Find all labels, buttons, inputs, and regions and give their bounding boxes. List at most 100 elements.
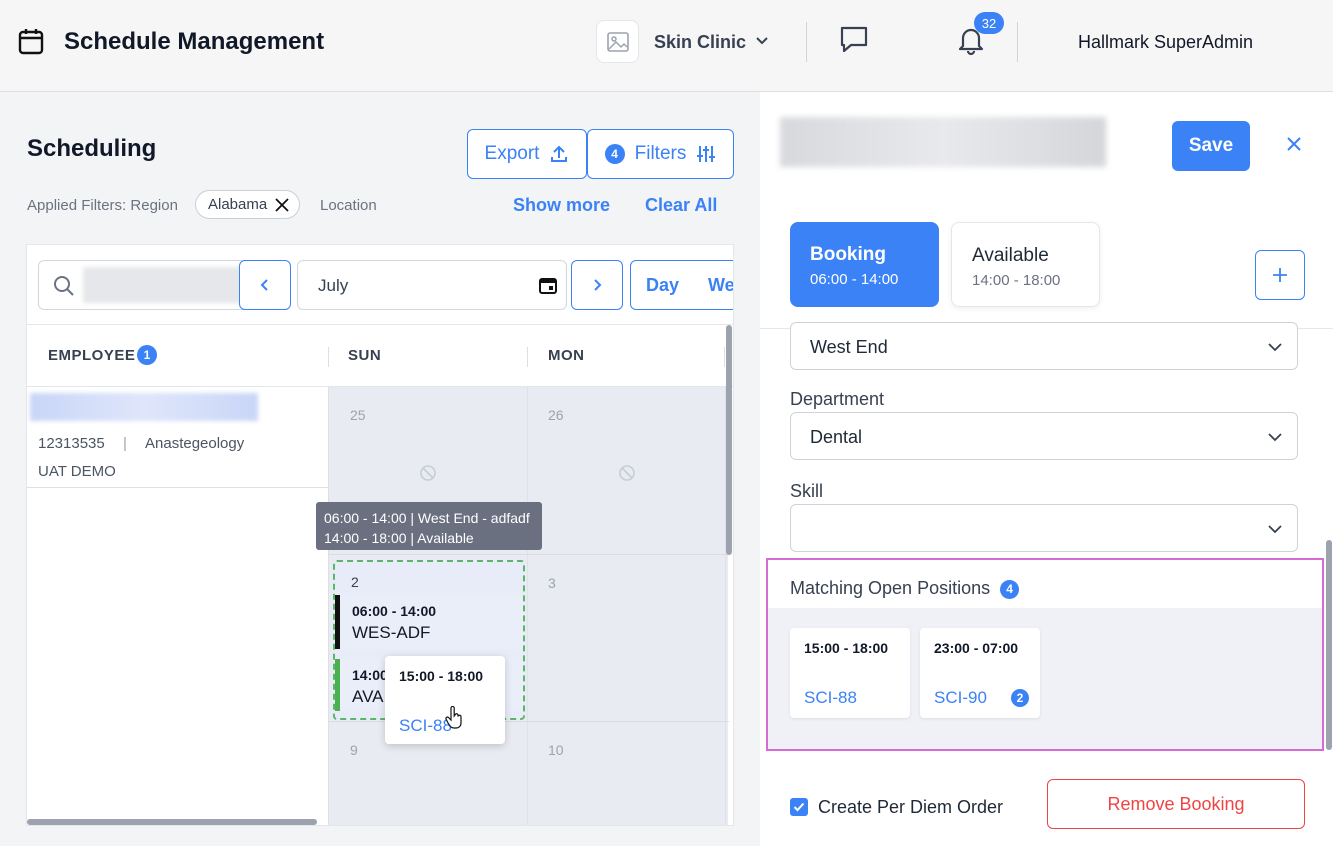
employee-id: 12313535 (38, 435, 105, 452)
column-separator (527, 347, 528, 367)
scheduling-title: Scheduling (27, 135, 157, 162)
save-button[interactable]: Save (1172, 121, 1250, 171)
unavailable-icon (420, 465, 436, 481)
filters-label: Filters (634, 143, 687, 164)
show-more-link[interactable]: Show more (513, 195, 610, 216)
tooltip-line: 06:00 - 14:00 | West End - adfadf (324, 510, 530, 526)
calendar-icon (18, 29, 44, 55)
close-icon[interactable] (275, 197, 289, 212)
user-menu[interactable]: Hallmark SuperAdmin (1078, 32, 1253, 53)
position-time: 15:00 - 18:00 (399, 668, 484, 684)
position-time: 15:00 - 18:00 (804, 640, 889, 656)
filter-chip-label: Alabama (208, 196, 268, 213)
shift-time: 06:00 - 14:00 (352, 603, 437, 619)
employee-row[interactable]: 12313535 | Anastegeology UAT DEMO (27, 387, 328, 488)
day-cell-26[interactable]: 26 (548, 407, 564, 423)
tab-booking[interactable]: Booking 06:00 - 14:00 (790, 222, 939, 307)
chevron-right-icon (594, 279, 602, 291)
next-period-button[interactable] (571, 260, 623, 310)
open-position-card[interactable]: 15:00 - 18:00 SCI-88 (790, 628, 910, 718)
employee-count-badge: 1 (137, 345, 157, 365)
export-label: Export (484, 143, 540, 164)
clinic-selector[interactable]: Skin Clinic (654, 32, 746, 53)
filters-button[interactable]: 4 Filters (587, 129, 734, 179)
column-separator (724, 347, 725, 367)
chevron-down-icon (1268, 433, 1282, 442)
clinic-logo-image-icon (596, 20, 639, 63)
horizontal-scrollbar[interactable] (27, 819, 317, 825)
check-icon (793, 802, 805, 812)
close-icon[interactable] (1286, 136, 1302, 152)
position-count-badge: 2 (1011, 689, 1029, 707)
filter-chip-alabama: Alabama (195, 190, 301, 219)
mon-column-header: MON (548, 347, 585, 364)
sliders-icon (697, 146, 716, 162)
position-code: SCI-88 (804, 688, 857, 707)
tab-time: 06:00 - 14:00 (810, 271, 899, 288)
app-header: Schedule Management Skin Clinic 32 Hallm… (0, 0, 1333, 92)
upload-icon (551, 145, 568, 162)
vertical-scrollbar[interactable] (726, 325, 732, 555)
day-cell-10[interactable]: 10 (548, 742, 564, 758)
matching-open-positions-section: Matching Open Positions 4 15:00 - 18:00 S… (766, 558, 1324, 751)
grid-column-separator (527, 387, 528, 825)
prev-period-button[interactable] (239, 260, 291, 310)
employee-column-header: EMPLOYEE (48, 347, 136, 364)
chevron-down-icon (1268, 343, 1282, 352)
shift-code: AVA (352, 687, 384, 706)
calendar-picker-icon[interactable] (538, 275, 558, 295)
panel-scrollbar[interactable] (1326, 540, 1332, 750)
per-diem-label: Create Per Diem Order (818, 797, 1004, 817)
matching-title: Matching Open Positions 4 (790, 578, 1020, 599)
month-value: July (318, 276, 349, 295)
hand-cursor-icon (445, 706, 462, 729)
chevron-down-icon[interactable] (754, 32, 770, 48)
booking-detail-panel: Save Booking 06:00 - 14:00 Available 14:… (760, 92, 1333, 846)
export-button[interactable]: Export (467, 129, 587, 179)
tab-title: Booking (810, 244, 886, 265)
unavailable-icon (619, 465, 635, 481)
day-cell-number: 2 (351, 574, 359, 590)
employee-department: Anastegeology (145, 435, 245, 452)
department-select-value: Dental (810, 427, 863, 447)
search-icon (54, 276, 74, 296)
remove-booking-button[interactable]: Remove Booking (1047, 779, 1305, 829)
day-cell-9[interactable]: 9 (350, 742, 358, 758)
add-shift-button[interactable] (1255, 250, 1305, 300)
day-cell-3[interactable]: 3 (548, 575, 556, 591)
redacted-search-value (83, 267, 243, 303)
department-select[interactable]: Dental (790, 412, 1298, 460)
shift-tooltip: 06:00 - 14:00 | West End - adfadf 14:00 … (316, 502, 542, 550)
page-title: Schedule Management (64, 28, 325, 55)
position-time: 23:00 - 07:00 (934, 640, 1019, 656)
clear-all-link[interactable]: Clear All (645, 195, 717, 216)
header-divider (806, 22, 807, 62)
booking-shift-block[interactable]: 06:00 - 14:00 WES-ADF (335, 595, 523, 649)
view-day-button[interactable]: Day (630, 260, 695, 310)
month-picker-input[interactable]: July (297, 260, 567, 310)
skill-select[interactable] (790, 504, 1298, 552)
shift-time: 14:00 (352, 667, 388, 683)
location-filter-label: Location (320, 197, 377, 214)
day-cell-25[interactable]: 25 (350, 407, 366, 423)
tab-available[interactable]: Available 14:00 - 18:00 (951, 222, 1100, 307)
region-filter-label: Region (130, 197, 178, 214)
matching-count-badge: 4 (1000, 579, 1020, 599)
location-select[interactable]: West End (790, 322, 1298, 370)
chat-icon[interactable] (839, 24, 869, 54)
position-code: SCI-88 (399, 716, 452, 735)
tab-title: Available (972, 245, 1049, 266)
calendar-toolbar: July Day We (27, 245, 733, 325)
applied-filters-label: Applied Filters: Region (27, 197, 178, 214)
employee-search-input[interactable] (38, 260, 254, 310)
per-diem-checkbox[interactable] (790, 798, 808, 816)
employee-org: UAT DEMO (38, 463, 116, 480)
dragged-position-card[interactable]: 15:00 - 18:00 SCI-88 (385, 656, 505, 744)
view-week-button[interactable]: We (694, 260, 733, 310)
tab-time: 14:00 - 18:00 (972, 272, 1061, 289)
notification-badge: 32 (974, 12, 1004, 34)
location-select-value: West End (810, 337, 888, 357)
grid-row-separator (329, 554, 729, 555)
column-separator (328, 347, 329, 367)
open-position-card[interactable]: 23:00 - 07:00 SCI-90 2 (920, 628, 1040, 718)
